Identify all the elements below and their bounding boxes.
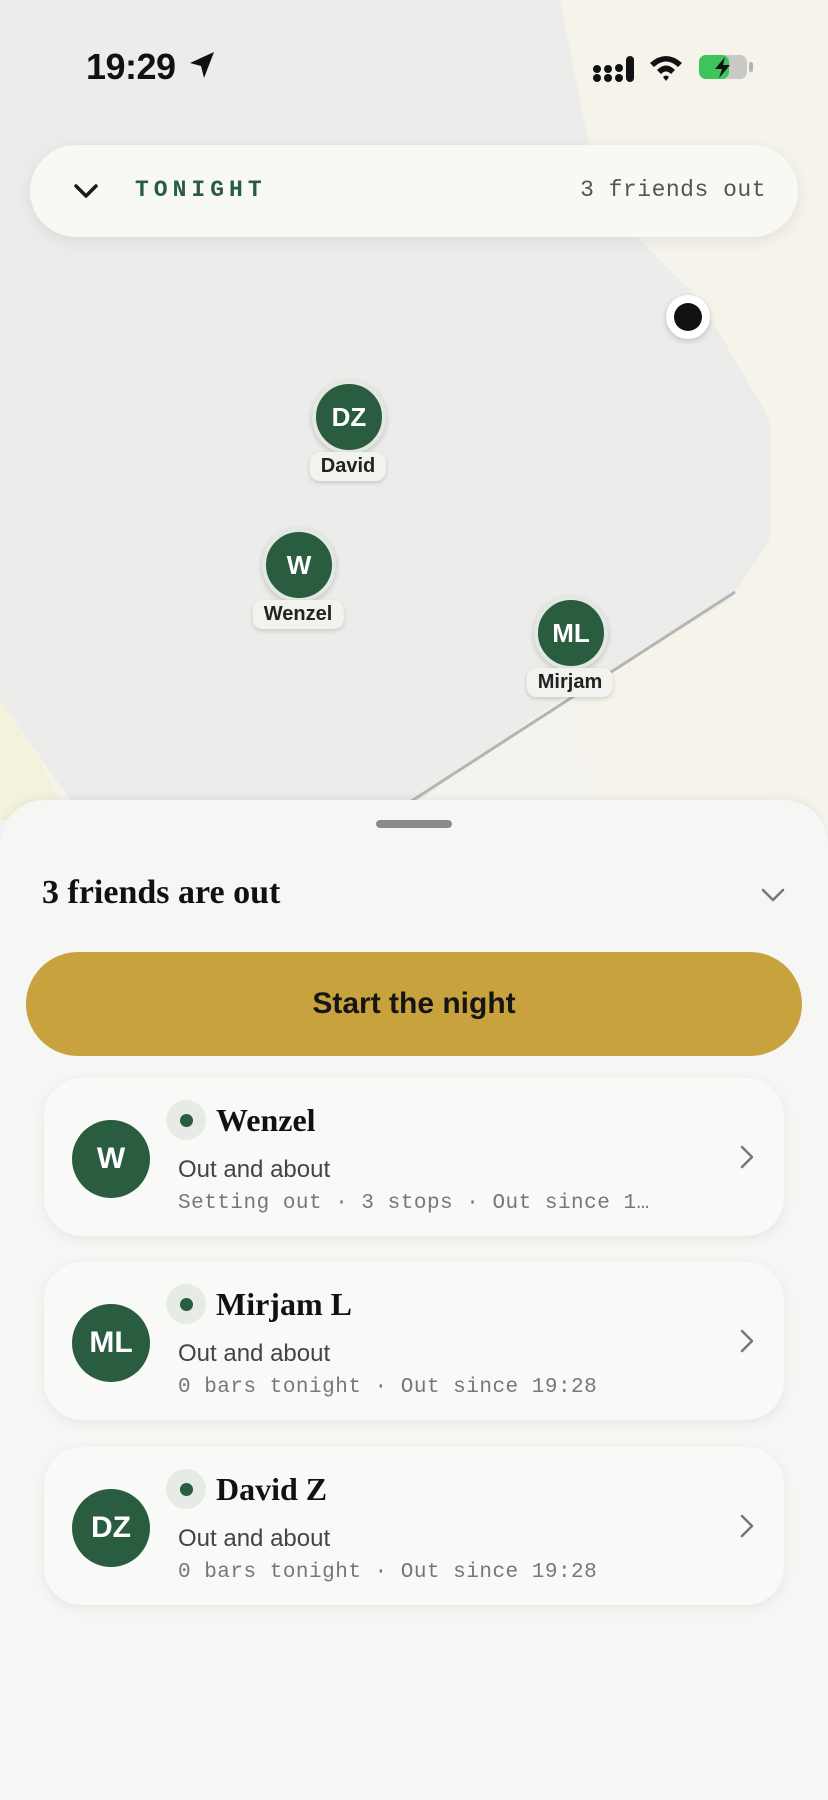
friends-sheet: 3 friends are out Start the night W Wenz… (0, 800, 828, 1800)
chevron-right-icon (740, 1145, 754, 1169)
friend-card-david[interactable]: DZ David Z Out and about 0 bars tonight … (44, 1447, 784, 1605)
avatar: W (72, 1120, 150, 1198)
online-status-icon (166, 1469, 206, 1509)
chevron-down-icon[interactable] (70, 175, 102, 207)
friend-status: Out and about (178, 1340, 331, 1367)
chevron-down-icon[interactable] (758, 880, 788, 910)
sheet-drag-handle[interactable] (376, 820, 452, 828)
status-time: 19:29 (86, 46, 176, 87)
status-bar: 19:29 (0, 0, 828, 130)
marker-label: Mirjam (526, 668, 614, 697)
friend-card-wenzel[interactable]: W Wenzel Out and about Setting out · 3 s… (44, 1078, 784, 1236)
online-status-icon (166, 1284, 206, 1324)
friend-meta: 0 bars tonight · Out since 19:28 (178, 1376, 598, 1399)
friend-status: Out and about (178, 1525, 331, 1552)
friends-out-count: 3 friends out (580, 177, 766, 203)
online-status-icon (166, 1100, 206, 1140)
chevron-right-icon (740, 1514, 754, 1538)
marker-label: Wenzel (252, 600, 344, 629)
sheet-title: 3 friends are out (42, 874, 281, 911)
tonight-title: TONIGHT (135, 177, 267, 203)
battery-icon (699, 55, 753, 79)
friend-meta: Setting out · 3 stops · Out since 1… (178, 1192, 650, 1215)
friend-meta: 0 bars tonight · Out since 19:28 (178, 1561, 598, 1584)
location-arrow-icon (190, 52, 214, 78)
start-night-button[interactable]: Start the night (26, 952, 802, 1056)
chevron-right-icon (740, 1329, 754, 1353)
wifi-icon (650, 56, 682, 81)
friend-name: David Z (216, 1471, 328, 1507)
marker-avatar: DZ (312, 380, 386, 454)
tonight-header[interactable]: TONIGHT 3 friends out (30, 145, 798, 237)
friend-name: Mirjam L (216, 1286, 352, 1322)
marker-label: David (309, 452, 387, 481)
friend-status: Out and about (178, 1156, 331, 1183)
friend-card-mirjam[interactable]: ML Mirjam L Out and about 0 bars tonight… (44, 1262, 784, 1420)
signal-icon (593, 56, 634, 82)
current-location-dot (666, 295, 710, 339)
friend-name: Wenzel (216, 1102, 316, 1138)
avatar: DZ (72, 1489, 150, 1567)
marker-avatar: ML (534, 596, 608, 670)
avatar: ML (72, 1304, 150, 1382)
marker-avatar: W (262, 528, 336, 602)
